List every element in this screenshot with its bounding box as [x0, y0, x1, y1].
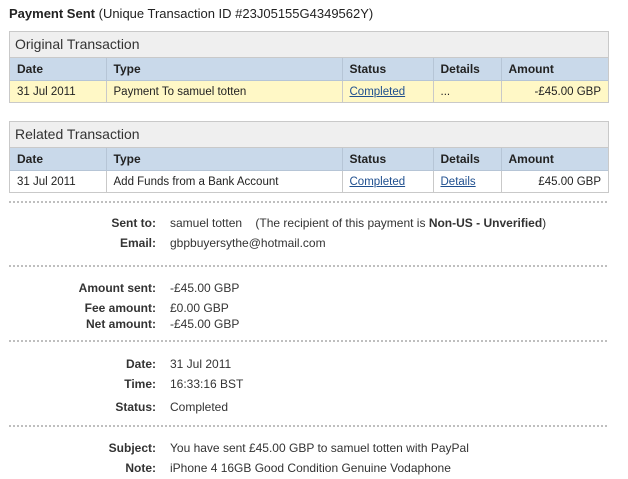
sent-to-label: Sent to:	[111, 216, 156, 230]
divider	[9, 425, 607, 427]
table-header-row: Date Type Status Details Amount	[10, 148, 608, 171]
status-completed-link[interactable]: Completed	[350, 176, 406, 188]
row-amount: -£45.00 GBP	[501, 80, 608, 102]
note-value: iPhone 4 16GB Good Condition Genuine Vod…	[170, 461, 451, 475]
net-amount-row: Net amount: -£45.00 GBP	[0, 317, 620, 335]
recipient-note-prefix: (The recipient of this payment is	[255, 216, 426, 230]
status-value: Completed	[170, 400, 229, 414]
date-value: 31 Jul 2011	[170, 357, 232, 371]
note-row: Note: iPhone 4 16GB Good Condition Genui…	[0, 461, 620, 479]
date-label: Date:	[125, 357, 156, 371]
row-type: Payment To samuel totten	[106, 80, 343, 102]
sent-to-row: Sent to: samuel totten (The recipient of…	[0, 216, 620, 234]
col-status: Status	[342, 148, 434, 171]
col-date: Date	[10, 58, 107, 81]
original-transaction-table: Date Type Status Details Amount 31 Jul 2…	[10, 58, 608, 102]
fee-amount-label: Fee amount:	[84, 301, 156, 315]
table-row: 31 Jul 2011 Payment To samuel totten Com…	[10, 80, 608, 102]
details-link[interactable]: Details	[441, 176, 476, 188]
time-label: Time:	[124, 377, 156, 391]
original-transaction-panel: Original Transaction Date Type Status De…	[9, 31, 609, 103]
subject-row: Subject: You have sent £45.00 GBP to sam…	[0, 441, 620, 459]
subject-label: Subject:	[108, 441, 156, 455]
subject-value: You have sent £45.00 GBP to samuel totte…	[170, 441, 469, 455]
recipient-note-suffix: )	[542, 216, 547, 230]
table-header-row: Date Type Status Details Amount	[10, 58, 608, 81]
divider	[9, 265, 607, 267]
related-transaction-table: Date Type Status Details Amount 31 Jul 2…	[10, 148, 608, 192]
row-date: 31 Jul 2011	[10, 170, 107, 192]
row-details: ...	[433, 80, 502, 102]
row-date: 31 Jul 2011	[10, 80, 107, 102]
col-details: Details	[433, 148, 502, 171]
table-row: 31 Jul 2011 Add Funds from a Bank Accoun…	[10, 170, 608, 192]
row-type: Add Funds from a Bank Account	[106, 170, 343, 192]
status-label: Status:	[115, 400, 156, 414]
email-label: Email:	[119, 236, 156, 250]
recipient-verification-status: Non-US - Unverified	[428, 216, 543, 230]
status-row: Status: Completed	[0, 400, 620, 418]
col-type: Type	[106, 148, 343, 171]
col-date: Date	[10, 148, 107, 171]
net-amount-label: Net amount:	[86, 317, 156, 331]
email-row: Email: gbpbuyersythe@hotmail.com	[0, 236, 620, 254]
col-amount: Amount	[501, 58, 608, 81]
date-row: Date: 31 Jul 2011	[0, 357, 620, 375]
col-amount: Amount	[501, 148, 608, 171]
amount-sent-value: -£45.00 GBP	[170, 281, 240, 295]
divider	[9, 340, 607, 342]
note-label: Note:	[125, 461, 156, 475]
col-status: Status	[342, 58, 434, 81]
email-value: gbpbuyersythe@hotmail.com	[170, 236, 326, 250]
status-completed-link[interactable]: Completed	[350, 86, 406, 98]
net-amount-value: -£45.00 GBP	[170, 317, 240, 331]
sent-to-value: samuel totten (The recipient of this pay…	[170, 216, 546, 230]
related-transaction-title: Related Transaction	[10, 122, 608, 148]
fee-amount-value: £0.00 GBP	[170, 301, 229, 315]
related-transaction-panel: Related Transaction Date Type Status Det…	[9, 121, 609, 193]
original-transaction-title: Original Transaction	[10, 32, 608, 58]
amount-sent-row: Amount sent: -£45.00 GBP	[0, 281, 620, 299]
time-row: Time: 16:33:16 BST	[0, 377, 620, 395]
divider	[9, 201, 607, 203]
col-type: Type	[106, 58, 343, 81]
row-amount: £45.00 GBP	[538, 175, 601, 188]
transaction-id: (Unique Transaction ID #23J05155G4349562…	[98, 6, 374, 21]
amount-sent-label: Amount sent:	[78, 281, 156, 295]
time-value: 16:33:16 BST	[170, 377, 244, 391]
col-details: Details	[433, 58, 502, 81]
page-title: Payment Sent	[9, 6, 95, 21]
page-header: Payment Sent (Unique Transaction ID #23J…	[9, 6, 373, 21]
recipient-name: samuel totten	[170, 216, 243, 230]
